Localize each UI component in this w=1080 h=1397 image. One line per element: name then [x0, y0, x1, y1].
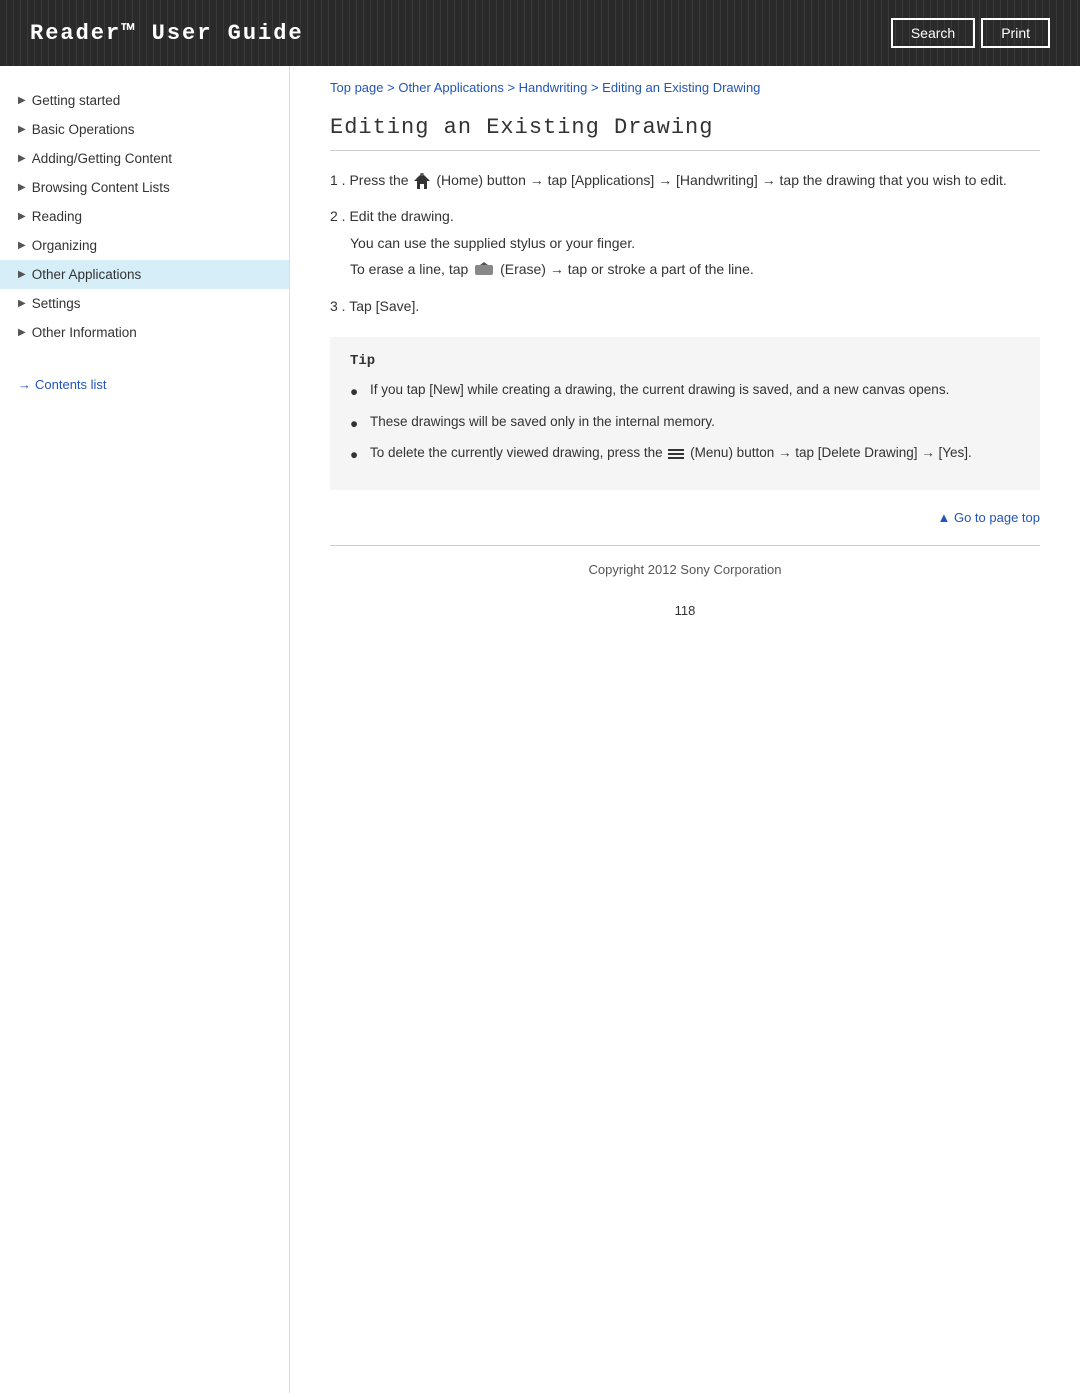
breadcrumb-top[interactable]: Top page [330, 80, 384, 95]
step-1: 1 . Press the (Home) button → tap [Appli… [330, 169, 1040, 191]
tip-text-1: If you tap [New] while creating a drawin… [370, 379, 949, 401]
sidebar: ▶ Getting started ▶ Basic Operations ▶ A… [0, 66, 290, 1393]
menu-icon [668, 449, 684, 459]
contents-list-link[interactable]: → Contents list [0, 367, 289, 402]
content-body: 1 . Press the (Home) button → tap [Appli… [330, 169, 1040, 525]
step-1-num: 1 . Press the [330, 172, 412, 188]
bullet-icon: ● [350, 413, 362, 435]
step-3-text: 3 . Tap [Save]. [330, 298, 419, 314]
layout: ▶ Getting started ▶ Basic Operations ▶ A… [0, 66, 1080, 1393]
breadcrumb-sep2: > [504, 80, 519, 95]
footer-bar: Copyright 2012 Sony Corporation [330, 545, 1040, 593]
sidebar-item-getting-started[interactable]: ▶ Getting started [0, 86, 289, 115]
sidebar-item-browsing[interactable]: ▶ Browsing Content Lists [0, 173, 289, 202]
sidebar-label: Basic Operations [32, 122, 135, 137]
chevron-right-icon: ▶ [18, 327, 26, 338]
chevron-right-icon: ▶ [18, 95, 26, 106]
main-content: Top page > Other Applications > Handwrit… [290, 66, 1080, 1393]
tip-text-3: To delete the currently viewed drawing, … [370, 442, 972, 464]
breadcrumb-other-apps[interactable]: Other Applications [398, 80, 504, 95]
sidebar-label: Reading [32, 209, 82, 224]
step-2: 2 . Edit the drawing. You can use the su… [330, 205, 1040, 280]
breadcrumb: Top page > Other Applications > Handwrit… [330, 66, 1040, 105]
sidebar-item-adding-content[interactable]: ▶ Adding/Getting Content [0, 144, 289, 173]
sidebar-item-organizing[interactable]: ▶ Organizing [0, 231, 289, 260]
print-button[interactable]: Print [981, 18, 1050, 48]
tip-text-2: These drawings will be saved only in the… [370, 411, 715, 433]
sidebar-label: Organizing [32, 238, 97, 253]
header-buttons: Search Print [891, 18, 1050, 48]
erase-icon [474, 262, 494, 278]
sidebar-item-reading[interactable]: ▶ Reading [0, 202, 289, 231]
sidebar-item-settings[interactable]: ▶ Settings [0, 289, 289, 318]
sidebar-label: Other Information [32, 325, 137, 340]
chevron-right-icon: ▶ [18, 182, 26, 193]
breadcrumb-handwriting[interactable]: Handwriting [519, 80, 588, 95]
breadcrumb-current[interactable]: Editing an Existing Drawing [602, 80, 760, 95]
step-2-sub2: To erase a line, tap (Erase) → tap or st… [350, 258, 1040, 280]
header-title: Reader™ User Guide [30, 21, 304, 46]
sidebar-label: Other Applications [32, 267, 142, 282]
breadcrumb-sep1: > [384, 80, 399, 95]
copyright-text: Copyright 2012 Sony Corporation [589, 562, 782, 577]
chevron-right-icon: ▶ [18, 240, 26, 251]
chevron-right-icon: ▶ [18, 153, 26, 164]
chevron-right-icon: ▶ [18, 124, 26, 135]
go-to-page-top-link[interactable]: ▲ Go to page top [330, 510, 1040, 525]
tip-label: Tip [350, 353, 1020, 369]
step-1-text: (Home) button → tap [Applications] → [Ha… [432, 172, 1006, 188]
sidebar-label: Browsing Content Lists [32, 180, 170, 195]
breadcrumb-sep3: > [587, 80, 602, 95]
chevron-right-icon: ▶ [18, 298, 26, 309]
step-2-main: 2 . Edit the drawing. [330, 208, 454, 224]
contents-list-label: Contents list [35, 377, 107, 392]
tip-item-3: ● To delete the currently viewed drawing… [350, 442, 1020, 466]
sidebar-label: Adding/Getting Content [32, 151, 172, 166]
arrow-right-icon: → [18, 377, 31, 392]
sidebar-item-other-information[interactable]: ▶ Other Information [0, 318, 289, 347]
chevron-right-icon: ▶ [18, 211, 26, 222]
bullet-icon: ● [350, 381, 362, 403]
sidebar-item-basic-operations[interactable]: ▶ Basic Operations [0, 115, 289, 144]
page-number: 118 [330, 593, 1040, 628]
search-button[interactable]: Search [891, 18, 975, 48]
page-title: Editing an Existing Drawing [330, 115, 1040, 151]
sidebar-label: Getting started [32, 93, 121, 108]
tip-box: Tip ● If you tap [New] while creating a … [330, 337, 1040, 490]
chevron-right-icon: ▶ [18, 269, 26, 280]
home-icon [414, 172, 430, 190]
step-2-sub1: You can use the supplied stylus or your … [350, 232, 1040, 254]
sidebar-item-other-applications[interactable]: ▶ Other Applications [0, 260, 289, 289]
step-3: 3 . Tap [Save]. [330, 295, 1040, 317]
tip-item-1: ● If you tap [New] while creating a draw… [350, 379, 1020, 403]
bullet-icon: ● [350, 444, 362, 466]
tip-item-2: ● These drawings will be saved only in t… [350, 411, 1020, 435]
header: Reader™ User Guide Search Print [0, 0, 1080, 66]
sidebar-label: Settings [32, 296, 81, 311]
